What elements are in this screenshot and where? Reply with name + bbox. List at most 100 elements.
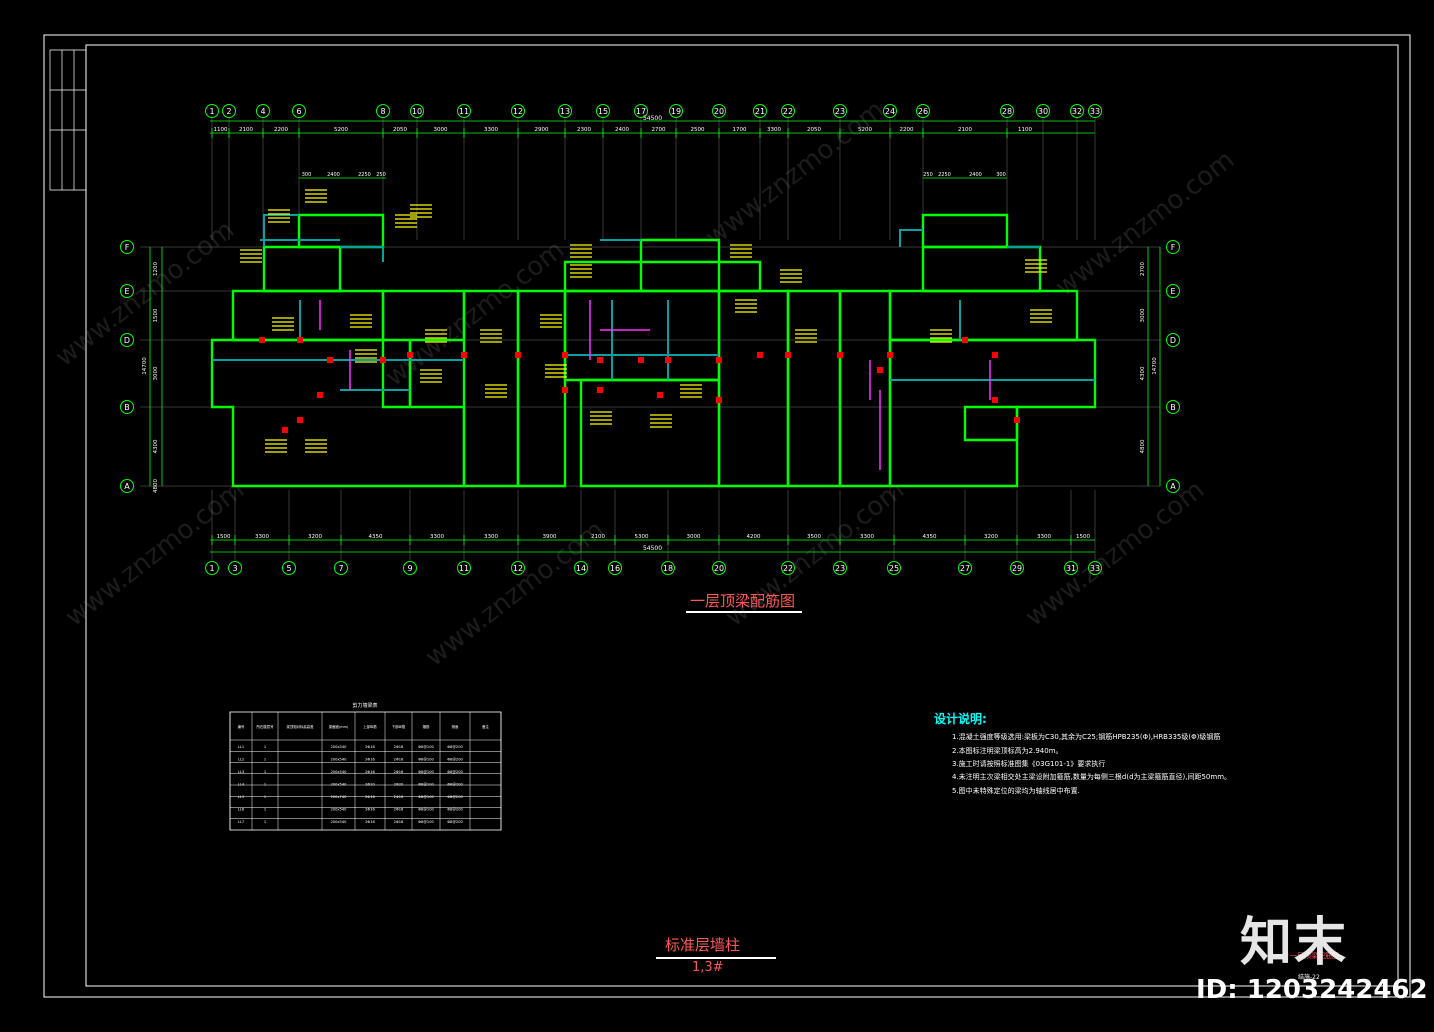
building-number: 1,3# (692, 960, 724, 975)
table-cell: Φ8@200 (447, 795, 463, 799)
design-note-4: 4.未注明主次梁相交处主梁设附加箍筋,数量为每侧三根d(d为主梁箍筋直径),间距… (952, 773, 1232, 781)
dim-label: 4200 (747, 534, 761, 540)
axis-label: 11 (459, 107, 469, 116)
right-total-label: 14700 (1152, 357, 1158, 375)
dim-label: 3000 (434, 127, 448, 133)
dim-label: 2700 (1140, 262, 1146, 276)
dim-label: 1100 (214, 127, 228, 133)
dim-label: 2050 (393, 127, 407, 133)
axis-label: D (124, 336, 130, 345)
table-cell: 200x540 (331, 808, 348, 812)
axis-label: 19 (671, 107, 681, 116)
dim-label: 1500 (217, 534, 231, 540)
table-cell: Φ8@200 (447, 783, 463, 787)
table-cell: Φ8@100 (418, 795, 434, 799)
column-mark (282, 427, 288, 433)
axis-label: 13 (560, 107, 570, 116)
axis-label: 30 (1038, 107, 1048, 116)
column-mark (757, 352, 763, 358)
table-cell: 200x740 (331, 795, 348, 799)
cad-drawing: 1 2 4 6 8 10 11 12 13 15 17 19 20 21 22 23 24 26 28 30 32 33 … (43, 34, 1411, 998)
axis-label: F (1171, 243, 1176, 252)
wall-outline (639, 238, 721, 264)
dim-label: 2400 (615, 127, 629, 133)
table-header-cell: 备注 (482, 724, 489, 729)
image-id-label: ID: 1203242462 (1196, 975, 1428, 1005)
axis-label: 16 (610, 564, 620, 573)
column-mark (380, 357, 386, 363)
table-cell: 2Φ16 (394, 745, 404, 749)
wall-outline (921, 213, 1009, 249)
column-mark (992, 397, 998, 403)
table-cell: 1 (264, 820, 266, 824)
sub-dim-label: 2250 (358, 172, 371, 178)
table-cell: LL6 (238, 808, 245, 812)
table-cell: 2Φ20 (394, 783, 404, 787)
dim-label: 3900 (543, 534, 557, 540)
table-cell: 2Φ16 (394, 770, 404, 774)
dim-label: 3300 (430, 534, 444, 540)
axis-label: 23 (835, 107, 845, 116)
table-cell: LL3 (238, 770, 244, 774)
dim-label: 2500 (691, 127, 705, 133)
dim-label: 4300 (1140, 366, 1146, 380)
table-cell: LL2 (238, 758, 244, 762)
table-cell: Φ8@100 (418, 783, 434, 787)
axis-label: 8 (380, 107, 385, 116)
dim-label: 3300 (255, 534, 269, 540)
table-header-cell: 编号 (238, 724, 245, 729)
column-mark (716, 357, 722, 363)
column-mark (597, 357, 603, 363)
dim-label: 2200 (274, 127, 288, 133)
dim-label: 3200 (308, 534, 322, 540)
dim-label: 5200 (334, 127, 348, 133)
axis-label: 12 (513, 107, 523, 116)
axis-label: 2 (226, 107, 231, 116)
dim-label: 3300 (1037, 534, 1051, 540)
table-cell: Φ8@100 (418, 745, 434, 749)
wall-outline (563, 260, 762, 293)
dim-label: 4300 (153, 439, 159, 453)
dim-label: 5300 (635, 534, 649, 540)
table-cell: 1 (264, 783, 266, 787)
design-note-1: 1.混凝土强度等级选用:梁板为C30,其余为C25;钢筋HPB235(Φ),HR… (952, 733, 1221, 741)
dim-label: 1100 (1018, 127, 1032, 133)
table-cell: 200x540 (331, 758, 348, 762)
plan-title: 一层顶梁配筋图 (690, 592, 796, 610)
dim-label: 3000 (153, 366, 159, 380)
watermark-text: www.znzmo.com (60, 475, 250, 633)
table-cell: 1 (264, 770, 266, 774)
dim-label: 2100 (239, 127, 253, 133)
wall-outline (838, 289, 892, 488)
column-mark (1014, 417, 1020, 423)
wall-outline (563, 289, 721, 382)
table-cell: 1 (264, 795, 266, 799)
design-notes-heading: 设计说明: (934, 712, 987, 726)
axis-label: 22 (783, 107, 793, 116)
wall-outline (717, 289, 790, 488)
table-cell: Φ8@200 (447, 820, 463, 824)
dim-label: 1500 (153, 308, 159, 322)
column-mark (887, 352, 893, 358)
dim-label: 3200 (984, 534, 998, 540)
table-cell: 2Φ16 (394, 758, 404, 762)
table-header-cell: 箍筋 (423, 724, 430, 729)
column-mark (317, 392, 323, 398)
wall-outline (262, 245, 342, 293)
wall-outline (921, 245, 1042, 293)
row-axis-bubbles: F FE ED DB BA A (120, 240, 1180, 493)
beam-line (263, 214, 299, 247)
dim-label: 2700 (652, 127, 666, 133)
column-mark (597, 387, 603, 393)
column-mark (461, 352, 467, 358)
table-cell: 2Φ18 (365, 820, 375, 824)
table-cell: 2Φ16 (394, 795, 404, 799)
table-header-cell: 下部纵筋 (392, 724, 406, 729)
design-note-3: 3.施工时请按照标准图集《03G101-1》要求执行 (952, 760, 1106, 768)
column-mark (992, 352, 998, 358)
axis-label: 15 (598, 107, 608, 116)
axis-label: 3 (232, 564, 237, 573)
watermark-text: www.znzmo.com (1050, 145, 1240, 303)
dim-label: 2900 (535, 127, 549, 133)
table-cell: Φ8@100 (418, 808, 434, 812)
